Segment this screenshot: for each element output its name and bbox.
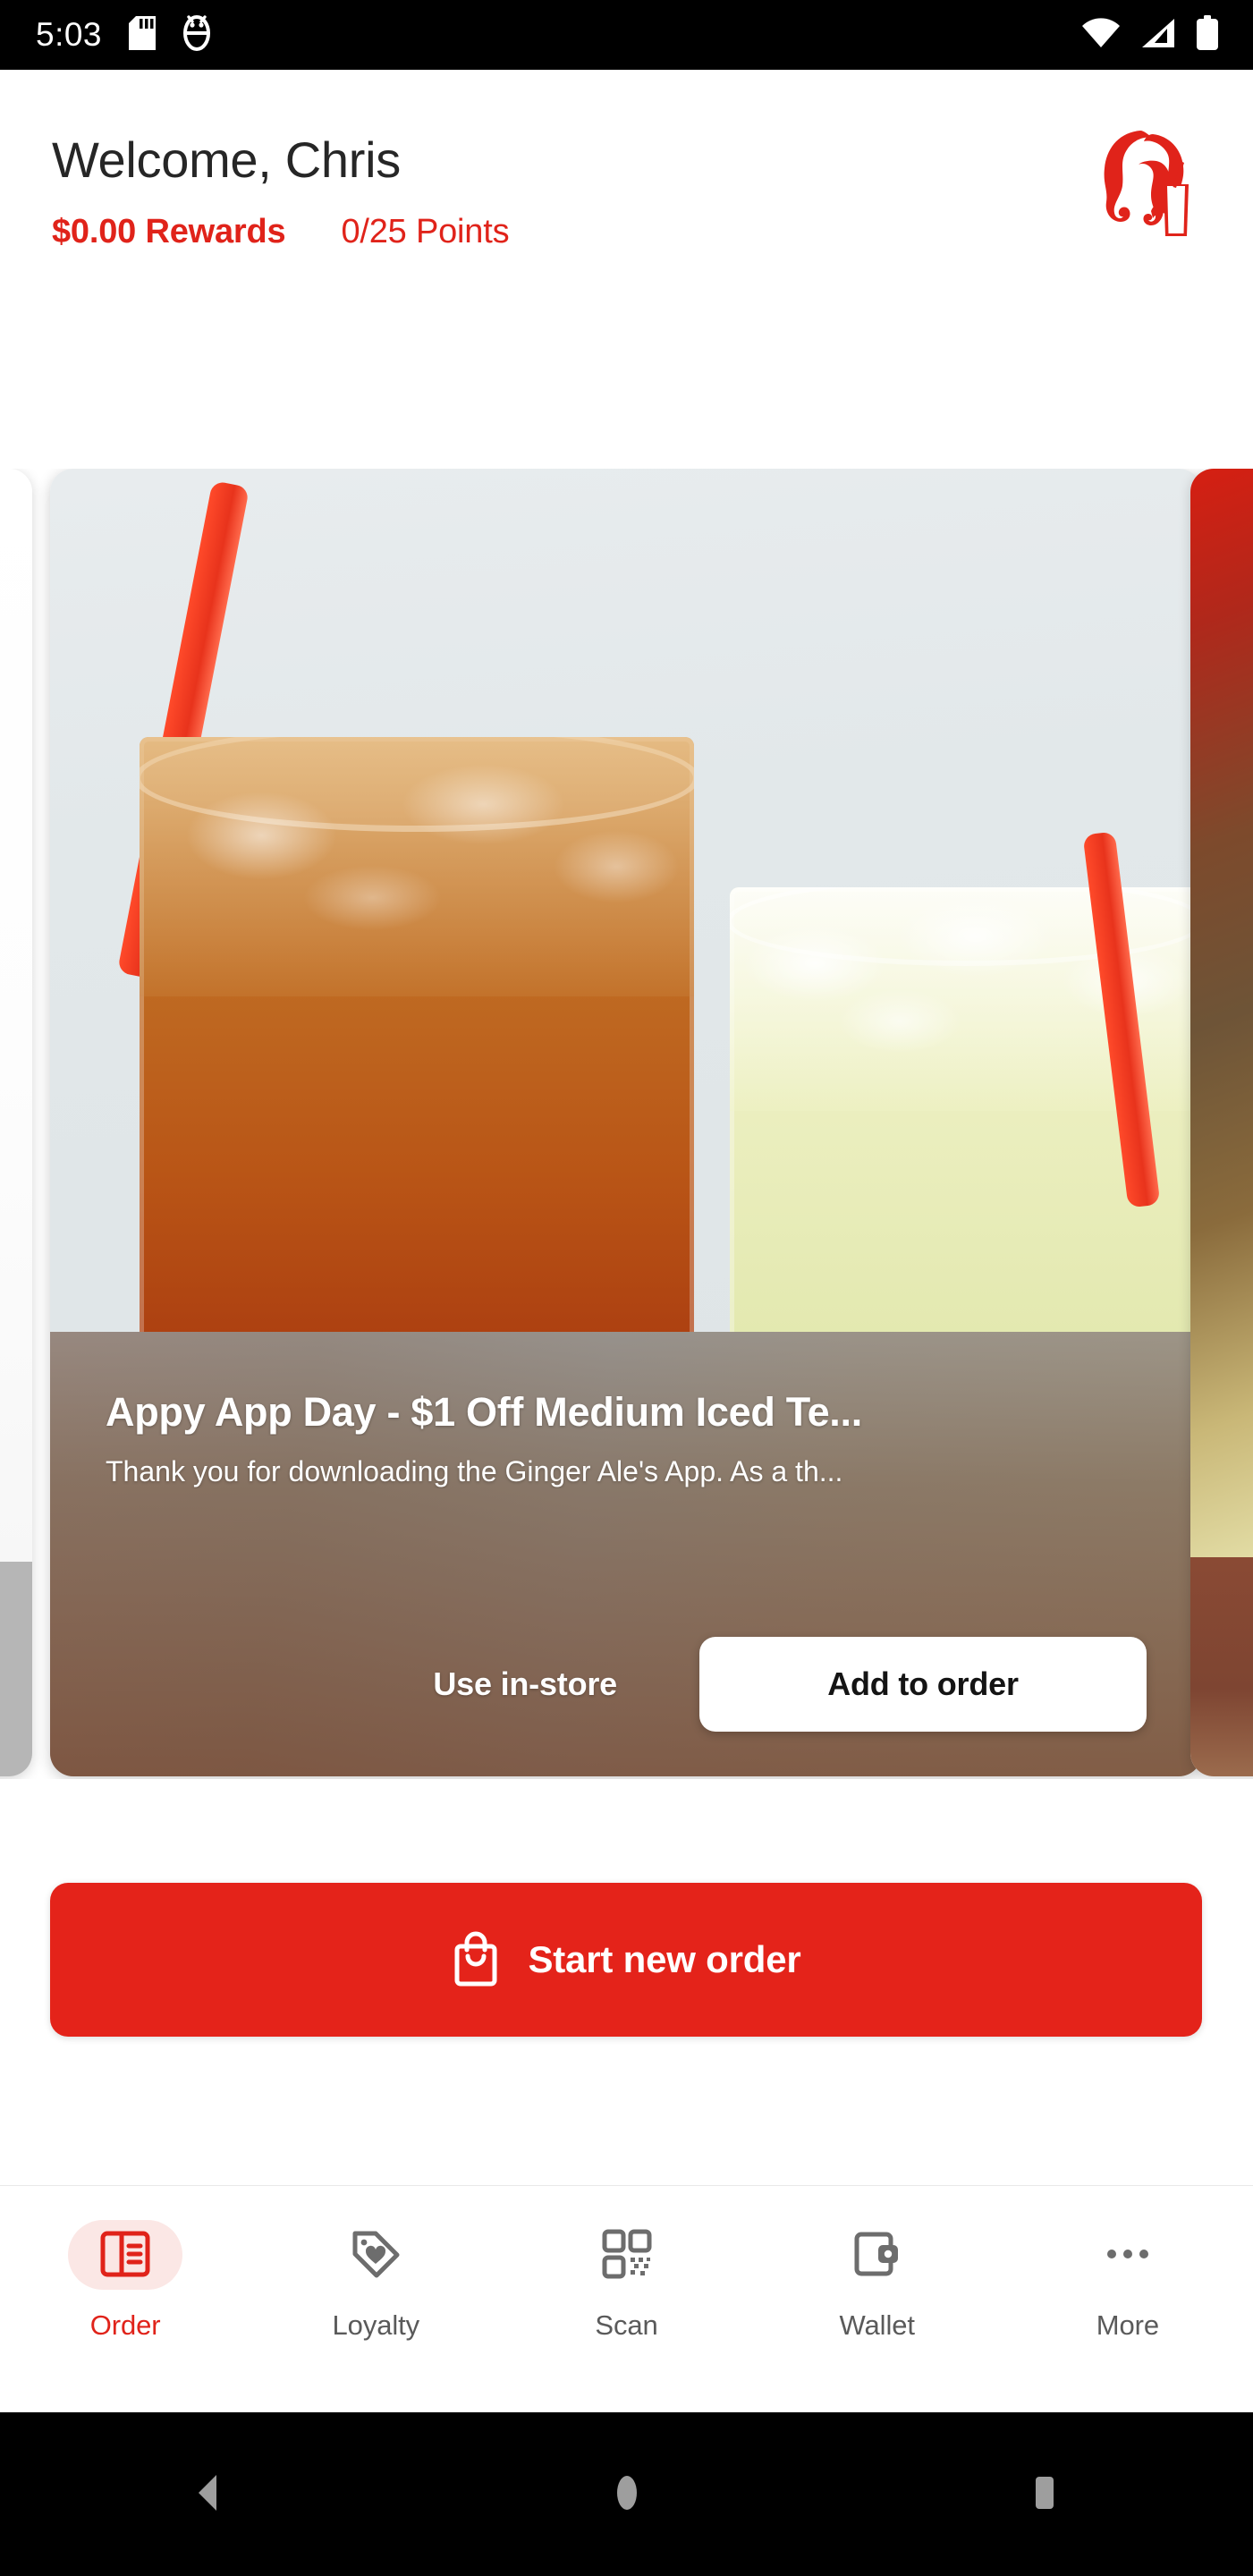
ginger-ales-brand-logo-icon (1088, 125, 1205, 242)
offer-description: Thank you for downloading the Ginger Ale… (106, 1455, 843, 1487)
tab-wallet-label: Wallet (839, 2309, 915, 2341)
app-screen: 5:03 Welcome, Chris $0.00 Rewards 0/25 P… (0, 0, 1253, 2576)
offer-card-previous-scrim (0, 1562, 32, 1776)
welcome-greeting: Welcome, Chris (52, 131, 401, 188)
bottom-tab-bar: Order Loyalty Scan Wallet More (0, 2185, 1253, 2412)
rewards-amount: $0.00 Rewards (52, 212, 286, 250)
offers-carousel[interactable]: Appy App Day - $1 Off Medium Iced Te... … (0, 469, 1253, 1779)
start-new-order-button[interactable]: Start new order (50, 1883, 1202, 2037)
offer-card-image (50, 469, 1202, 1332)
add-to-order-button[interactable]: Add to order (699, 1637, 1147, 1732)
page-header: Welcome, Chris $0.00 Rewards 0/25 Points (0, 70, 1253, 419)
offer-card-previous[interactable] (0, 469, 32, 1776)
offer-card-active[interactable]: Appy App Day - $1 Off Medium Iced Te... … (50, 469, 1202, 1776)
rewards-points: 0/25 Points (341, 212, 510, 250)
android-debug-icon (182, 14, 211, 55)
tab-scan[interactable]: Scan (501, 2186, 751, 2342)
recents-button[interactable] (1021, 2470, 1068, 2519)
status-bar-left: 5:03 (36, 14, 211, 55)
wifi-icon (1081, 17, 1121, 53)
offer-card-previous-image (0, 469, 32, 1562)
tab-more[interactable]: More (1003, 2186, 1253, 2342)
offer-card-actions: Use in-store Add to order (106, 1637, 1147, 1732)
start-new-order-label: Start new order (528, 1938, 801, 1980)
offer-card-next-scrim (1190, 1557, 1253, 1776)
rewards-summary[interactable]: $0.00 Rewards 0/25 Points (52, 213, 1201, 251)
ellipsis-icon (1100, 2226, 1156, 2284)
battery-icon (1196, 14, 1219, 55)
qr-code-icon (599, 2226, 655, 2284)
offer-card-next-image (1190, 469, 1253, 1557)
iced-tea-glass (140, 737, 694, 1332)
offer-card-info: Appy App Day - $1 Off Medium Iced Te... … (50, 1332, 1202, 1776)
wallet-icon (850, 2226, 905, 2284)
cellular-signal-icon (1140, 18, 1176, 53)
tab-wallet[interactable]: Wallet (752, 2186, 1003, 2342)
tab-order[interactable]: Order (0, 2186, 250, 2342)
home-button[interactable] (604, 2470, 650, 2519)
tab-scan-label: Scan (595, 2309, 658, 2341)
tab-more-label: More (1096, 2309, 1160, 2341)
tab-order-label: Order (89, 2309, 161, 2341)
android-navigation-bar (0, 2412, 1253, 2576)
tab-loyalty-label: Loyalty (332, 2309, 420, 2341)
menu-board-icon (97, 2226, 153, 2284)
shopping-bag-icon (451, 1931, 501, 1989)
status-bar-clock: 5:03 (36, 16, 103, 53)
offer-title: Appy App Day - $1 Off Medium Iced Te... (106, 1389, 862, 1435)
tag-heart-icon (348, 2226, 403, 2284)
sd-card-icon (129, 15, 157, 55)
tab-loyalty[interactable]: Loyalty (250, 2186, 501, 2342)
android-status-bar: 5:03 (0, 0, 1253, 70)
use-in-store-button[interactable]: Use in-store (397, 1642, 653, 1726)
offer-card-next[interactable] (1190, 469, 1253, 1776)
status-bar-right (1081, 14, 1219, 55)
back-button[interactable] (186, 2470, 233, 2519)
